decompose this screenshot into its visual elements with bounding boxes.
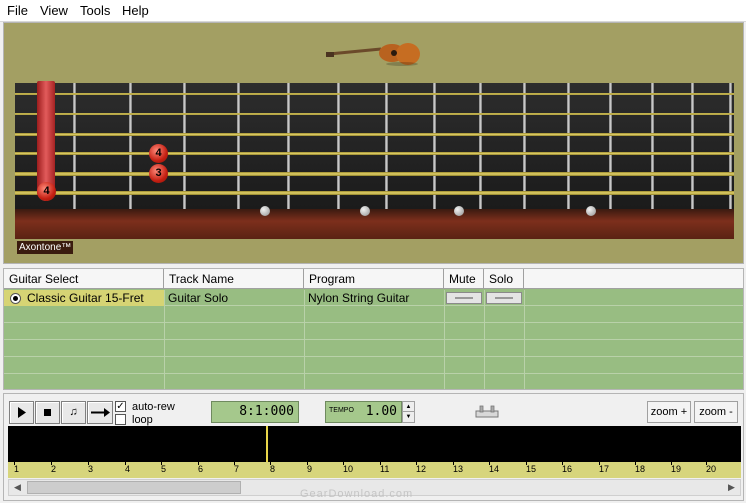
track-table-header: Guitar Select Track Name Program Mute So…: [4, 269, 743, 289]
table-row[interactable]: [4, 324, 743, 340]
zoom-out-button[interactable]: zoom -: [694, 401, 738, 423]
string-5: [15, 172, 734, 176]
scroll-left-arrow[interactable]: ◀: [9, 480, 26, 495]
scroll-right-arrow[interactable]: ▶: [723, 480, 740, 495]
measure-tick: 17: [599, 464, 610, 474]
loop-checkbox[interactable]: [115, 414, 126, 425]
measure-tick: 19: [671, 464, 682, 474]
string-2: [15, 113, 734, 115]
measure-ruler[interactable]: 1 2 3 4 5 6 7 8 9 10 11 12 13 14 15 16 1…: [8, 462, 741, 478]
stop-button[interactable]: [35, 401, 60, 424]
brand-logo: Axontone™: [17, 241, 74, 254]
measure-tick: 18: [635, 464, 646, 474]
finger-position-marker[interactable]: 4: [37, 182, 56, 201]
tempo-display: TEMPO 1.00: [325, 401, 402, 423]
guitar-panel: 4 3 4 Axontone™: [3, 22, 744, 264]
fret-inlay-dot: [454, 206, 464, 216]
track-select-radio[interactable]: [10, 293, 21, 304]
column-header-guitar-select[interactable]: Guitar Select: [4, 269, 164, 289]
table-row[interactable]: [4, 375, 743, 389]
column-header-solo[interactable]: Solo: [484, 269, 524, 289]
arrow-right-icon: [91, 408, 110, 417]
measure-tick: 3: [88, 464, 94, 474]
measure-tick: 13: [453, 464, 464, 474]
column-header-track-name[interactable]: Track Name: [164, 269, 304, 289]
zoom-in-button[interactable]: zoom +: [647, 401, 691, 423]
column-header-mute[interactable]: Mute: [444, 269, 484, 289]
string-4: [15, 152, 734, 155]
measure-tick: 20: [706, 464, 717, 474]
metronome-icon[interactable]: [474, 405, 500, 419]
menu-bar: File View Tools Help: [0, 0, 746, 22]
measure-tick: 7: [234, 464, 240, 474]
note-value-button[interactable]: ♫: [61, 401, 86, 424]
guitar-select-cell[interactable]: Classic Guitar 15-Fret: [4, 290, 164, 306]
measure-tick: 6: [198, 464, 204, 474]
measure-tick: 2: [51, 464, 57, 474]
measure-tick: 12: [416, 464, 427, 474]
measure-tick: 10: [343, 464, 354, 474]
fretboard[interactable]: [15, 83, 734, 209]
position-display: 8:1:000: [211, 401, 299, 423]
measure-tick: 4: [125, 464, 131, 474]
string-3: [15, 133, 734, 136]
measure-tick: 9: [307, 464, 313, 474]
scroll-thumb[interactable]: [27, 481, 241, 494]
note-icon: ♫: [69, 406, 78, 418]
table-row[interactable]: [4, 341, 743, 357]
neck-base: [15, 209, 734, 239]
tempo-value: 1.00: [365, 404, 397, 419]
guitar-icon: [326, 43, 420, 66]
measure-tick: 15: [526, 464, 537, 474]
table-row[interactable]: [4, 358, 743, 374]
watermark: GearDownload.com: [300, 488, 414, 500]
table-row[interactable]: Classic Guitar 15-Fret Guitar Solo Nylon…: [4, 290, 743, 306]
finger-position-marker[interactable]: 3: [149, 164, 168, 183]
measure-tick: 8: [270, 464, 276, 474]
timeline[interactable]: [8, 426, 741, 462]
loop-label: loop: [132, 414, 153, 426]
tempo-label: TEMPO: [329, 407, 354, 414]
measure-tick: 1: [14, 464, 20, 474]
measure-tick: 5: [161, 464, 167, 474]
measure-tick: 16: [562, 464, 573, 474]
fret-inlay-dot: [586, 206, 596, 216]
track-name-cell[interactable]: Guitar Solo: [164, 290, 304, 306]
measure-tick: 14: [489, 464, 500, 474]
string-6: [15, 191, 734, 195]
stop-icon: [44, 409, 51, 416]
fret-inlay-dot: [360, 206, 370, 216]
program-cell[interactable]: Nylon String Guitar: [304, 290, 444, 306]
rewind-to-start-button[interactable]: [87, 401, 113, 424]
menu-file[interactable]: File: [7, 3, 28, 19]
guitar-name: Classic Guitar 15-Fret: [27, 291, 144, 305]
solo-toggle[interactable]: [486, 292, 522, 304]
tempo-spinner[interactable]: ▲ ▼: [402, 401, 415, 423]
mute-toggle[interactable]: [446, 292, 482, 304]
playhead[interactable]: [266, 426, 268, 462]
measure-tick: 11: [380, 464, 390, 474]
fret-inlay-dot: [260, 206, 270, 216]
menu-help[interactable]: Help: [122, 3, 149, 19]
finger-position-marker[interactable]: 4: [149, 144, 168, 163]
tempo-down-arrow[interactable]: ▼: [403, 412, 414, 422]
table-row[interactable]: [4, 307, 743, 323]
auto-rewind-checkbox[interactable]: ✓: [115, 401, 126, 412]
tempo-up-arrow[interactable]: ▲: [403, 402, 414, 412]
transport-panel: ♫ ✓ auto-rew loop 8:1:000 TEMPO 1.00 ▲ ▼…: [3, 393, 744, 501]
column-header-program[interactable]: Program: [304, 269, 444, 289]
play-button[interactable]: [9, 401, 34, 424]
auto-rewind-label: auto-rew: [132, 401, 175, 413]
menu-tools[interactable]: Tools: [80, 3, 110, 19]
play-icon: [18, 407, 26, 418]
string-1: [15, 93, 734, 95]
menu-view[interactable]: View: [40, 3, 68, 19]
track-table: Guitar Select Track Name Program Mute So…: [3, 268, 744, 390]
